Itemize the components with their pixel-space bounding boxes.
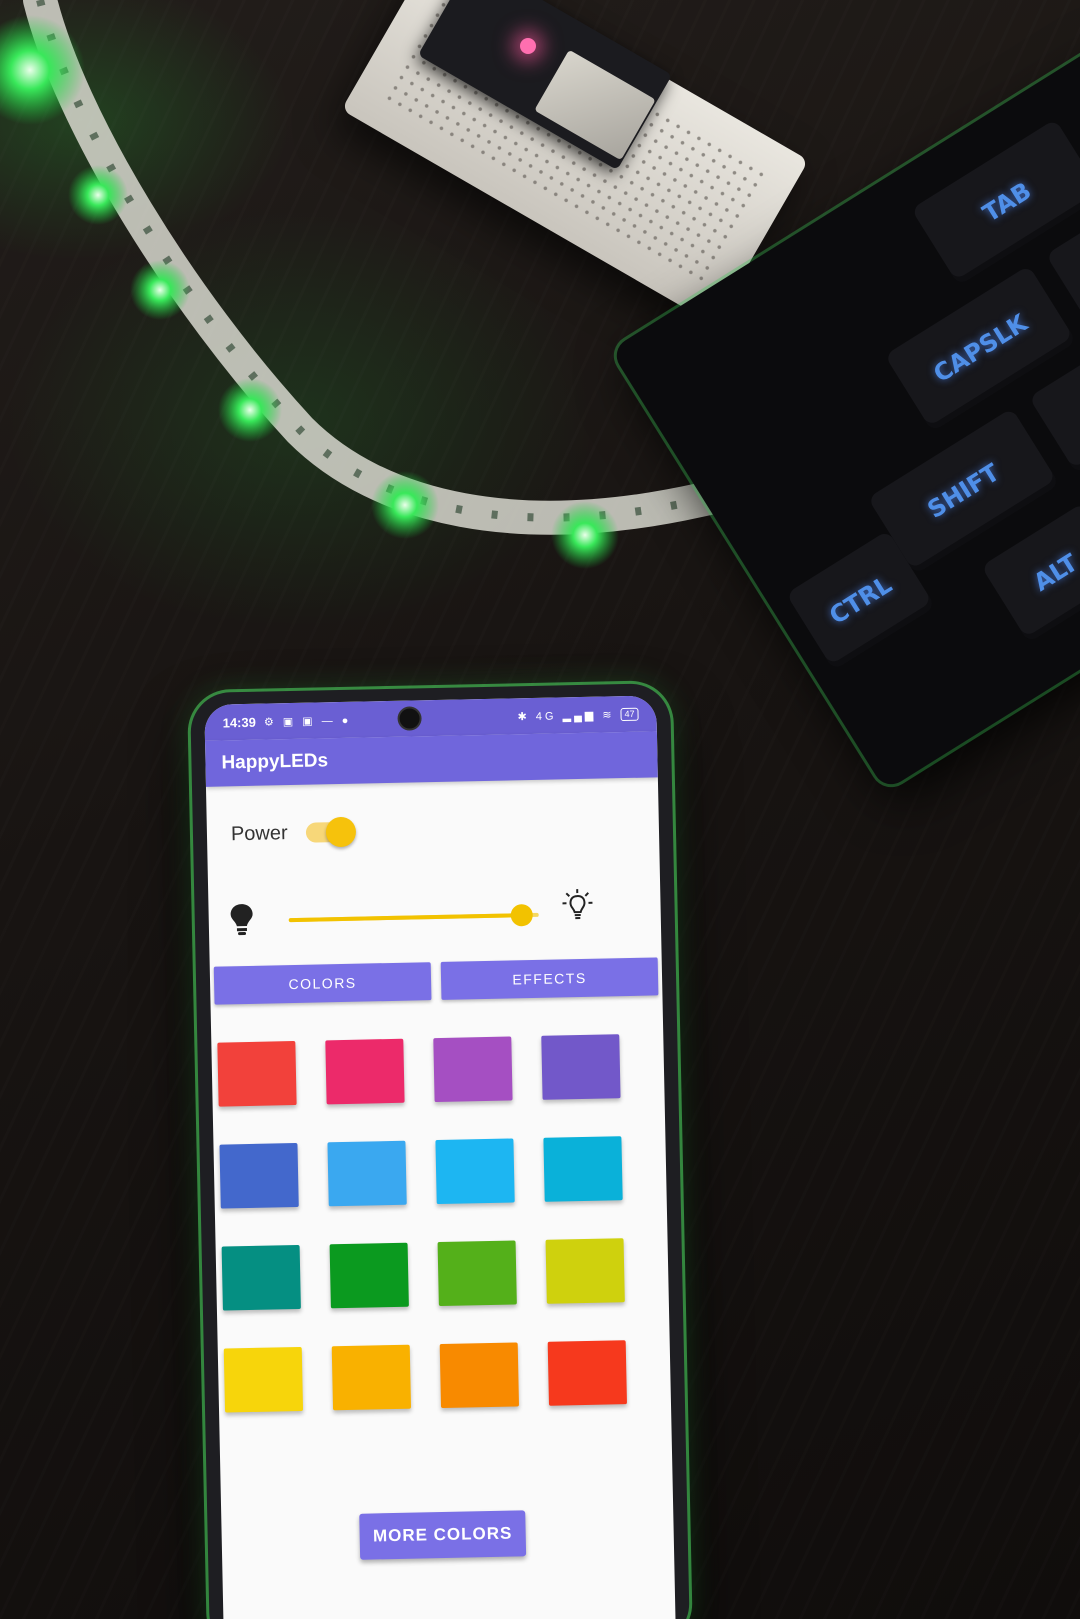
color-swatch[interactable] <box>437 1240 517 1307</box>
color-swatch[interactable] <box>327 1140 407 1207</box>
power-label: Power <box>230 821 288 845</box>
app-title: HappyLEDs <box>221 750 329 774</box>
color-swatch[interactable] <box>223 1346 304 1413</box>
color-swatch[interactable] <box>439 1342 520 1409</box>
color-swatch[interactable] <box>217 1041 297 1107</box>
front-camera <box>399 708 420 729</box>
notification-icons: ⚙ ▣ ▣ — ● <box>263 714 352 729</box>
color-swatch-grid <box>211 995 671 1413</box>
color-swatch[interactable] <box>543 1136 623 1202</box>
phone-screen: 14:39 ⚙ ▣ ▣ — ● ✱ 4G ▂▄▆ ≋ 47 HappyLEDs … <box>204 695 677 1619</box>
color-swatch[interactable] <box>547 1340 627 1406</box>
color-swatch[interactable] <box>541 1034 621 1100</box>
power-switch-thumb[interactable] <box>325 816 356 848</box>
status-time: 14:39 <box>222 714 257 730</box>
more-colors-button[interactable]: MORE COLORS <box>359 1510 527 1560</box>
bulb-on-icon <box>562 889 593 920</box>
microcontroller-led <box>520 38 536 54</box>
signal-wifi-icons: ✱ 4G ▂▄▆ ≋ <box>517 708 615 723</box>
power-switch[interactable] <box>305 816 356 848</box>
color-swatch[interactable] <box>433 1036 513 1103</box>
color-swatch[interactable] <box>221 1244 301 1311</box>
brightness-slider[interactable] <box>288 904 539 929</box>
color-swatch[interactable] <box>331 1344 412 1411</box>
bulb-off-icon <box>230 904 253 936</box>
battery-icon: 47 <box>620 707 639 721</box>
slider-fill <box>288 913 522 923</box>
smartphone: 14:39 ⚙ ▣ ▣ — ● ✱ 4G ▂▄▆ ≋ 47 HappyLEDs … <box>190 683 690 1619</box>
system-icons: ✱ 4G ▂▄▆ ≋ 47 <box>517 707 639 723</box>
color-swatch[interactable] <box>435 1138 515 1205</box>
tab-colors[interactable]: COLORS <box>213 962 432 1005</box>
color-swatch[interactable] <box>545 1238 625 1304</box>
color-swatch[interactable] <box>325 1038 405 1105</box>
brightness-row <box>208 879 661 948</box>
color-swatch[interactable] <box>219 1142 299 1209</box>
slider-thumb[interactable] <box>509 904 533 927</box>
power-row: Power <box>206 777 659 850</box>
color-swatch[interactable] <box>329 1242 409 1309</box>
photo-scene: TAB CAPSLK SHIFT CTRL A Z ALT 14:39 ⚙ ▣ … <box>0 0 1080 1619</box>
tab-effects[interactable]: EFFECTS <box>440 957 659 1000</box>
